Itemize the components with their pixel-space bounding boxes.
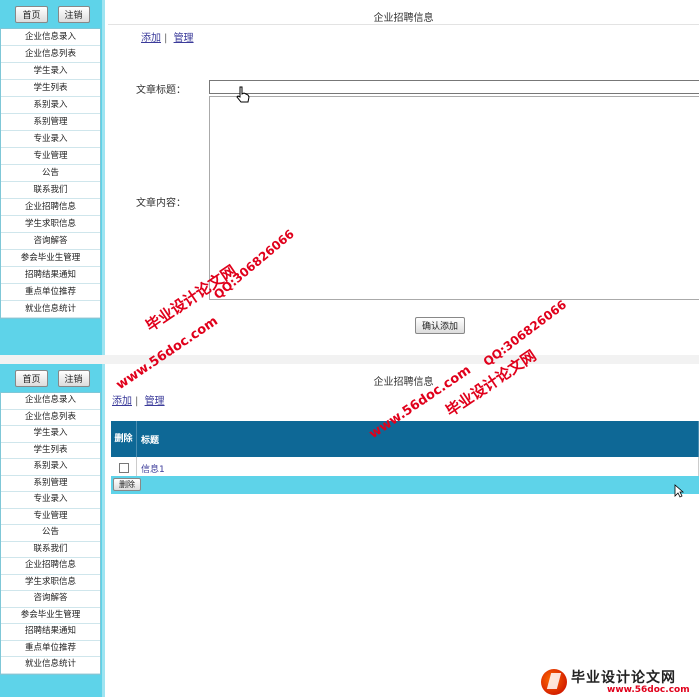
logout-button[interactable]: 注销 — [57, 369, 90, 387]
sidebar-item[interactable]: 参会毕业生管理 — [1, 608, 100, 624]
sidebar-item[interactable]: 学生录入 — [1, 426, 100, 443]
sidebar-item[interactable]: 企业信息录入 — [1, 29, 100, 46]
sidebar: 首页 注销 企业信息录入 企业信息列表 学生录入 学生列表 系别录入 系别管理 专业录入 专业… — [0, 364, 105, 697]
sidebar-item[interactable]: 专业录入 — [1, 131, 100, 148]
sidebar-menu: 企业信息录入 企业信息列表 学生录入 学生列表 系别录入 系别管理 专业录入 专业管理 公告 联系… — [0, 28, 101, 319]
sidebar-item[interactable]: 招聘结果通知 — [1, 624, 100, 641]
table-header-row: 删除 标题 — [111, 421, 699, 457]
title-divider — [108, 24, 699, 25]
link-separator: | — [164, 33, 168, 44]
sidebar-item[interactable]: 招聘结果通知 — [1, 267, 100, 284]
sidebar-item[interactable]: 学生列表 — [1, 443, 100, 459]
sidebar: 首页 注销 企业信息录入 企业信息列表 学生录入 学生列表 系别录入 系别管理 专业录入 专业… — [0, 0, 105, 355]
sidebar-item[interactable]: 企业信息列表 — [1, 46, 100, 63]
sidebar-top-buttons: 首页 注销 — [0, 0, 105, 28]
add-article-screen: 首页 注销 企业信息录入 企业信息列表 学生录入 学生列表 系别录入 系别管理 专业录入 专业… — [0, 0, 699, 355]
sidebar-item[interactable]: 企业招聘信息 — [1, 558, 100, 575]
sidebar-item[interactable]: 重点单位推荐 — [1, 641, 100, 657]
sidebar-divider — [102, 364, 105, 697]
sidebar-item[interactable]: 企业信息录入 — [1, 393, 100, 410]
row-delete-checkbox[interactable] — [118, 462, 129, 473]
screenshot-separator — [0, 355, 699, 364]
manage-list-screen: 首页 注销 企业信息录入 企业信息列表 学生录入 学生列表 系别录入 系别管理 专业录入 专业… — [0, 364, 699, 697]
sidebar-item[interactable]: 系别录入 — [1, 459, 100, 476]
sidebar-item[interactable]: 系别管理 — [1, 476, 100, 492]
page-title: 企业招聘信息 — [373, 377, 434, 388]
add-link[interactable]: 添加 — [141, 33, 161, 44]
site-logo: 毕业设计论文网 www.56doc.com — [537, 666, 699, 697]
link-separator: | — [135, 396, 139, 407]
logo-title: 毕业设计论文网 — [571, 670, 676, 686]
sidebar-item[interactable]: 公告 — [1, 165, 100, 182]
sidebar-item[interactable]: 企业信息列表 — [1, 410, 100, 426]
sidebar-item[interactable]: 就业信息统计 — [1, 657, 100, 674]
sidebar-item[interactable]: 联系我们 — [1, 182, 100, 199]
sidebar-item[interactable]: 学生录入 — [1, 63, 100, 80]
add-link[interactable]: 添加 — [112, 396, 132, 407]
sidebar-item[interactable]: 专业录入 — [1, 492, 100, 509]
manage-link[interactable]: 管理 — [174, 33, 194, 44]
column-header-delete: 删除 — [111, 421, 137, 457]
action-links: 添加 | 管理 — [112, 392, 165, 407]
sidebar-item[interactable]: 学生求职信息 — [1, 575, 100, 591]
sidebar-item[interactable]: 企业招聘信息 — [1, 199, 100, 216]
sidebar-item[interactable]: 重点单位推荐 — [1, 284, 100, 301]
logout-button[interactable]: 注销 — [57, 5, 90, 23]
article-content-textarea[interactable] — [209, 96, 699, 300]
manage-link[interactable]: 管理 — [145, 396, 165, 407]
sidebar-item[interactable]: 专业管理 — [1, 148, 100, 165]
column-header-title: 标题 — [136, 421, 699, 457]
delete-button[interactable]: 删除 — [113, 478, 141, 491]
sidebar-item[interactable]: 参会毕业生管理 — [1, 250, 100, 267]
sidebar-divider — [102, 0, 105, 355]
home-button[interactable]: 首页 — [15, 5, 48, 23]
article-content-label: 文章内容： — [136, 198, 186, 209]
logo-url: www.56doc.com — [607, 685, 690, 695]
sidebar-item[interactable]: 就业信息统计 — [1, 301, 100, 318]
arrow-cursor-icon — [674, 484, 684, 498]
confirm-add-button[interactable]: 确认添加 — [415, 317, 466, 334]
info-table: 删除 标题 信息1 — [111, 421, 699, 480]
sidebar-item[interactable]: 专业管理 — [1, 509, 100, 525]
sidebar-item[interactable]: 咨询解答 — [1, 233, 100, 250]
home-button[interactable]: 首页 — [15, 369, 48, 387]
sidebar-item[interactable]: 学生求职信息 — [1, 216, 100, 233]
table-action-bar: 删除 — [111, 476, 699, 494]
sidebar-top-buttons: 首页 注销 — [0, 364, 105, 392]
sidebar-item[interactable]: 公告 — [1, 525, 100, 542]
sidebar-item[interactable]: 联系我们 — [1, 542, 100, 558]
hand-cursor-icon — [236, 86, 250, 103]
sidebar-item[interactable]: 系别录入 — [1, 97, 100, 114]
logo-emblem-icon — [541, 669, 567, 695]
sidebar-item[interactable]: 学生列表 — [1, 80, 100, 97]
action-links: 添加 | 管理 — [141, 29, 194, 44]
article-title-label: 文章标题： — [136, 85, 186, 96]
sidebar-menu: 企业信息录入 企业信息列表 学生录入 学生列表 系别录入 系别管理 专业录入 专业管理 公告 联系… — [0, 392, 101, 675]
page-title: 企业招聘信息 — [373, 13, 434, 24]
sidebar-item[interactable]: 咨询解答 — [1, 591, 100, 608]
article-title-input[interactable] — [209, 80, 699, 94]
row-title-link[interactable]: 信息1 — [141, 465, 165, 475]
sidebar-item[interactable]: 系别管理 — [1, 114, 100, 131]
